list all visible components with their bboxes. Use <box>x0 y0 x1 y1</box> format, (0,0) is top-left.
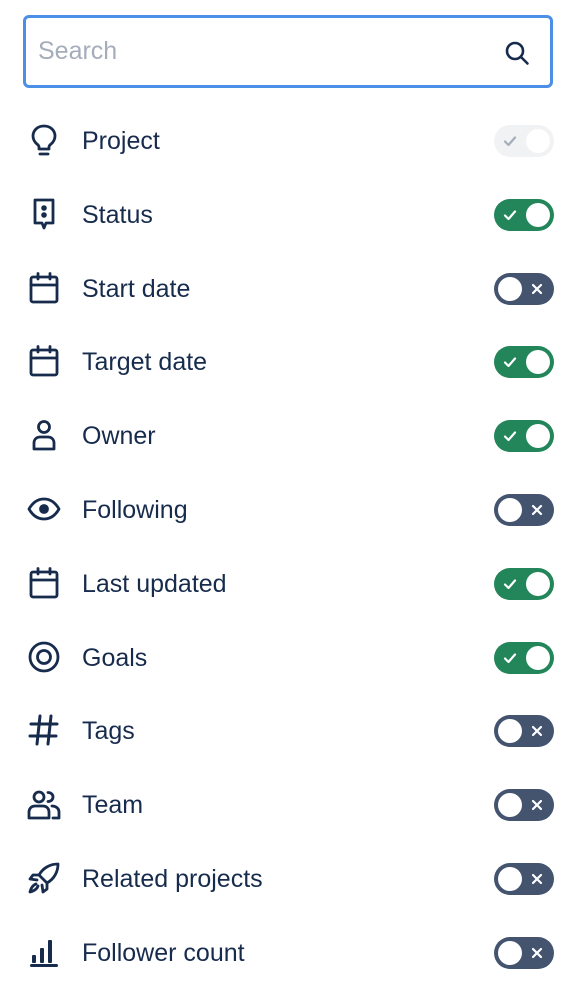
list-item-goals: Goals <box>0 621 572 695</box>
hashtag-icon <box>26 712 62 748</box>
rocket-icon <box>26 860 62 896</box>
toggle-knob <box>526 424 550 449</box>
toggle-goals[interactable] <box>494 641 554 674</box>
eye-icon <box>26 491 62 527</box>
check-icon <box>503 579 517 589</box>
list-item-project: Project <box>0 104 572 178</box>
list-item-status: Status <box>0 178 572 252</box>
toggle-project <box>494 125 554 157</box>
status-icon <box>26 196 62 232</box>
list-item-owner: Owner <box>0 399 572 473</box>
list-item-tags: Tags <box>0 694 572 768</box>
item-label: Follower count <box>82 938 245 967</box>
person-icon <box>26 417 62 453</box>
toggle-start-date[interactable] <box>494 272 554 305</box>
toggle-target-date[interactable] <box>494 346 554 379</box>
toggle-following[interactable] <box>494 493 554 526</box>
item-label: Last updated <box>82 569 227 598</box>
toggle-team[interactable] <box>494 789 554 822</box>
toggle-knob <box>498 793 522 818</box>
cross-icon <box>531 504 543 516</box>
toggle-last-updated[interactable] <box>494 567 554 600</box>
item-label: Following <box>82 495 188 524</box>
list-item-follower-count: Follower count <box>0 916 572 990</box>
toggle-knob <box>498 719 522 744</box>
list-item-target-date: Target date <box>0 325 572 399</box>
toggle-knob <box>498 866 522 891</box>
list-item-related-projects: Related projects <box>0 842 572 916</box>
item-label: Owner <box>82 422 156 451</box>
cross-icon <box>531 947 543 958</box>
item-label: Goals <box>82 643 148 672</box>
toggle-owner[interactable] <box>494 420 554 453</box>
list-item-last-updated: Last updated <box>0 547 572 621</box>
toggle-knob <box>526 350 550 375</box>
toggle-knob <box>498 940 522 965</box>
toggle-related-projects[interactable] <box>494 862 554 895</box>
toggle-knob <box>526 645 550 670</box>
field-settings-panel: Project Status <box>0 0 572 998</box>
calendar-icon <box>26 565 62 601</box>
item-label: Project <box>82 127 160 155</box>
toggle-status[interactable] <box>494 198 554 231</box>
item-label: Status <box>82 200 153 229</box>
people-icon <box>26 786 62 822</box>
cross-icon <box>531 873 543 885</box>
list-item-team: Team <box>0 768 572 842</box>
item-label: Team <box>82 791 144 820</box>
toggle-knob <box>498 497 522 522</box>
search-box[interactable] <box>23 15 553 88</box>
item-label: Tags <box>82 717 135 746</box>
check-icon <box>503 210 517 220</box>
search-icon[interactable] <box>504 40 530 66</box>
check-icon <box>503 136 517 147</box>
toggle-tags[interactable] <box>494 715 554 748</box>
toggle-knob <box>498 276 522 301</box>
list-item-start-date: Start date <box>0 252 572 326</box>
list-item-following: Following <box>0 473 572 547</box>
toggle-knob <box>526 129 550 153</box>
toggle-follower-count[interactable] <box>494 936 554 969</box>
target-icon <box>26 639 62 675</box>
calendar-icon <box>26 270 62 306</box>
calendar-icon <box>26 343 62 379</box>
toggle-knob <box>526 571 550 596</box>
bar-chart-icon <box>26 934 62 970</box>
lightbulb-icon <box>26 122 62 158</box>
item-label: Related projects <box>82 864 263 893</box>
field-list: Project Status Start date Target date Ow… <box>0 104 572 990</box>
cross-icon <box>531 283 543 294</box>
check-icon <box>503 652 517 663</box>
check-icon <box>503 357 517 368</box>
cross-icon <box>531 726 543 737</box>
toggle-knob <box>526 202 550 227</box>
search-input[interactable] <box>38 18 488 85</box>
item-label: Target date <box>82 348 208 377</box>
cross-icon <box>531 800 543 811</box>
item-label: Start date <box>82 274 191 303</box>
check-icon <box>503 431 517 442</box>
